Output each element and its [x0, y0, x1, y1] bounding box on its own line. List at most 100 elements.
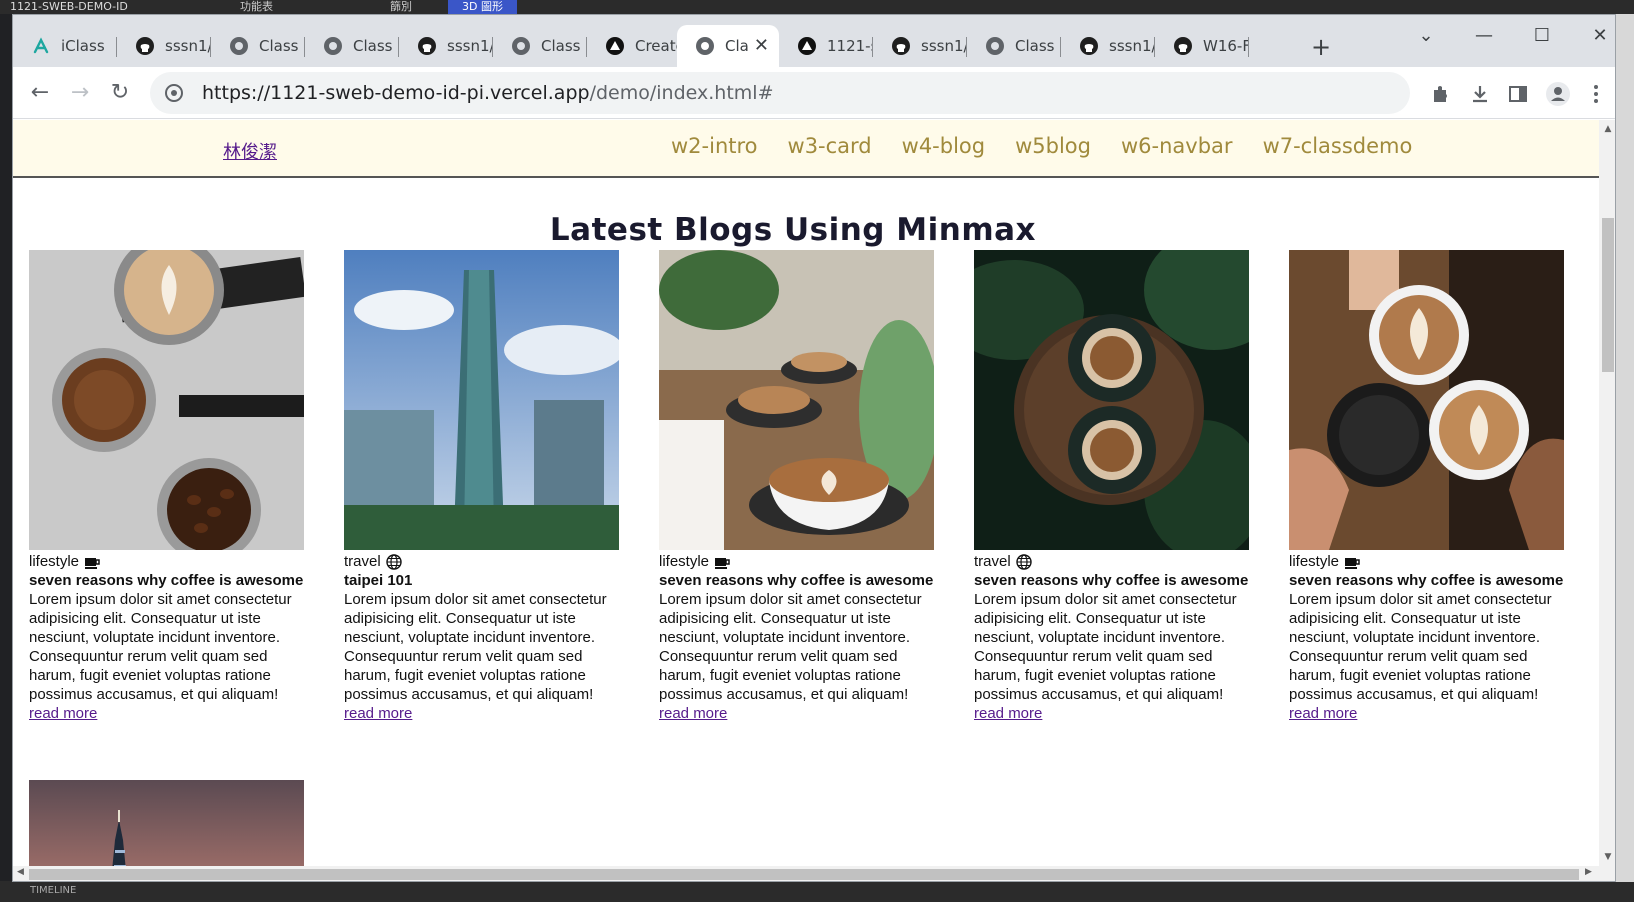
desktop-right-strip	[1616, 14, 1634, 882]
blog-card: lifestyle seven reasons why coffee is aw…	[29, 250, 304, 723]
card-title: seven reasons why coffee is awesome	[974, 572, 1249, 589]
tab-label: Cla	[725, 37, 749, 55]
read-more-link[interactable]: read more	[344, 704, 619, 723]
card-category: lifestyle	[29, 552, 304, 571]
card-category: travel	[974, 552, 1249, 571]
card-image-taipei-101	[344, 250, 619, 550]
tab-9[interactable]: sssn1/	[873, 25, 967, 67]
nav-links: w2-intro w3-card w4-blog w5blog w6-navba…	[671, 134, 1442, 158]
card-image-coffee-cheers	[1289, 250, 1564, 550]
card-category: lifestyle	[1289, 552, 1564, 571]
globe-icon	[324, 37, 342, 55]
tab-label: Class D	[541, 37, 587, 55]
tab-label: iClass	[61, 37, 105, 55]
card-title: taipei 101	[344, 572, 413, 589]
extensions-icon[interactable]	[1426, 80, 1454, 108]
card-category-label: lifestyle	[29, 553, 80, 570]
side-panel-icon[interactable]	[1504, 80, 1532, 108]
vertical-scroll-thumb[interactable]	[1602, 218, 1614, 372]
nav-link-w3-card[interactable]: w3-card	[788, 134, 872, 158]
desktop-top-strip: 1121-SWEB-DEMO-ID 功能表 篩別 3D 圖形	[0, 0, 1634, 14]
reload-button[interactable]: ↻	[105, 79, 135, 109]
nav-link-w7-classdemo[interactable]: w7-classdemo	[1263, 134, 1413, 158]
tab-5[interactable]: Class D	[493, 25, 587, 67]
tab-search-button[interactable]: ⌄	[1401, 21, 1451, 51]
tab-2[interactable]: Class D	[211, 25, 305, 67]
site-navbar: 林俊潔 w2-intro w3-card w4-blog w5blog w6-n…	[13, 120, 1599, 178]
nav-link-w4-blog[interactable]: w4-blog	[902, 134, 985, 158]
page-viewport: 林俊潔 w2-intro w3-card w4-blog w5blog w6-n…	[13, 120, 1599, 881]
desktop-segment: 3D 圖形	[448, 0, 517, 14]
back-button[interactable]: ←	[25, 79, 55, 109]
tab-label: sssn1/	[447, 37, 493, 55]
card-title: seven reasons why coffee is awesome	[1289, 572, 1564, 589]
tab-10[interactable]: Class D	[967, 25, 1061, 67]
tab-0[interactable]: iClass	[13, 25, 117, 67]
tab-label: Class D	[1015, 37, 1061, 55]
tab-3[interactable]: Class D	[305, 25, 399, 67]
blog-card: lifestyle seven reasons why coffee is aw…	[1289, 250, 1564, 723]
vercel-icon	[798, 37, 816, 55]
scroll-right-arrow-icon[interactable]: ▶	[1585, 867, 1592, 877]
brand-link[interactable]: 林俊潔	[223, 138, 277, 164]
tab-label: sssn1/	[921, 37, 967, 55]
desktop-segment: 功能表	[240, 0, 273, 13]
read-more-link[interactable]: read more	[974, 704, 1249, 723]
read-more-link[interactable]: read more	[1289, 704, 1564, 723]
globe-icon	[1015, 553, 1032, 570]
tab-7-active[interactable]: Cla ✕	[677, 25, 779, 67]
globe-icon	[696, 37, 714, 55]
address-bar[interactable]: https://1121-sweb-demo-id-pi.vercel.app/…	[150, 72, 1410, 114]
blog-card: travel taipei 101 Lorem ipsum dolor sit …	[344, 250, 619, 723]
globe-icon	[512, 37, 530, 55]
tab-11[interactable]: sssn1/	[1061, 25, 1155, 67]
forward-button[interactable]: →	[65, 79, 95, 109]
nav-link-w2-intro[interactable]: w2-intro	[671, 134, 758, 158]
read-more-link[interactable]: read more	[659, 704, 934, 723]
tab-4[interactable]: sssn1/	[399, 25, 493, 67]
card-category: lifestyle	[659, 552, 934, 571]
scroll-up-arrow-icon[interactable]: ▲	[1599, 124, 1615, 134]
read-more-link[interactable]: read more	[29, 704, 304, 723]
tab-label: Create	[635, 37, 681, 55]
tab-6[interactable]: Create	[587, 25, 681, 67]
coffee-icon	[85, 557, 100, 569]
tab-1[interactable]: sssn1/	[117, 25, 211, 67]
globe-icon	[385, 553, 402, 570]
maximize-button[interactable]: ☐	[1517, 21, 1567, 51]
card-category-label: travel	[974, 553, 1011, 570]
site-info-icon[interactable]	[164, 83, 184, 103]
tab-label: sssn1/	[165, 37, 211, 55]
menu-icon[interactable]	[1582, 80, 1610, 108]
vertical-scrollbar[interactable]: ▲ ▼	[1599, 120, 1615, 866]
github-icon	[418, 37, 436, 55]
scroll-down-arrow-icon[interactable]: ▼	[1599, 852, 1615, 862]
nav-link-w5blog[interactable]: w5blog	[1015, 134, 1091, 158]
coffee-icon	[1345, 557, 1360, 569]
scroll-left-arrow-icon[interactable]: ◀	[17, 867, 24, 877]
nav-link-w6-navbar[interactable]: w6-navbar	[1121, 134, 1233, 158]
tab-8[interactable]: 1121-s	[779, 25, 873, 67]
browser-toolbar: ← → ↻ https://1121-sweb-demo-id-pi.verce…	[13, 67, 1615, 119]
card-body: Lorem ipsum dolor sit amet consectetur a…	[29, 591, 292, 703]
tab-12[interactable]: W16-F	[1155, 25, 1249, 67]
download-icon[interactable]	[1466, 80, 1494, 108]
url-text[interactable]: https://1121-sweb-demo-id-pi.vercel.app/…	[202, 82, 773, 104]
tab-strip: iClass sssn1/ Class D Class D sssn1/ Cla…	[13, 15, 1615, 67]
desktop-timeline-label: TIMELINE	[30, 885, 77, 896]
blog-card: travel seven reasons why coffee is aweso…	[974, 250, 1249, 723]
card-category-label: lifestyle	[659, 553, 710, 570]
close-window-button[interactable]: ✕	[1575, 21, 1615, 51]
close-tab-icon[interactable]: ✕	[754, 35, 769, 56]
new-tab-button[interactable]: +	[1306, 33, 1336, 61]
horizontal-scrollbar[interactable]: ◀ ▶	[13, 866, 1615, 881]
profile-avatar-icon[interactable]	[1544, 80, 1572, 108]
github-icon	[1174, 37, 1192, 55]
coffee-icon	[715, 557, 730, 569]
minimize-button[interactable]: —	[1459, 21, 1509, 51]
globe-icon	[230, 37, 248, 55]
desktop-segment: 篩別	[390, 0, 412, 13]
tab-label: sssn1/	[1109, 37, 1155, 55]
horizontal-scroll-thumb[interactable]	[29, 869, 1579, 880]
github-icon	[892, 37, 910, 55]
